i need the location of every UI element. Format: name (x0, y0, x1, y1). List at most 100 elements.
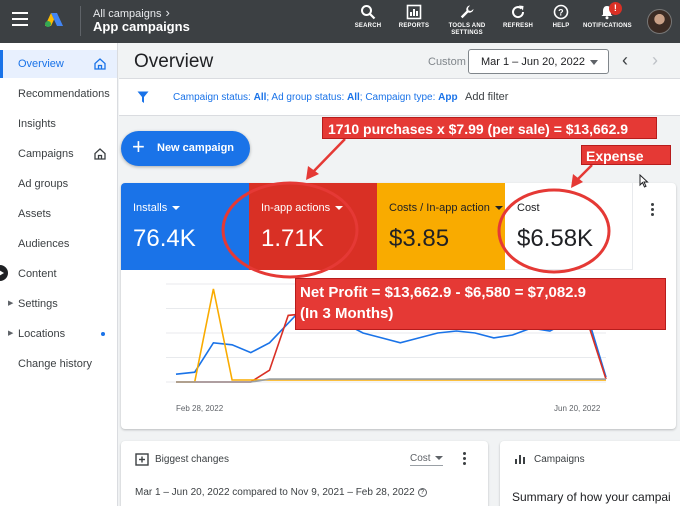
more-options-icon[interactable] (463, 452, 467, 467)
caret-down-icon (172, 206, 181, 211)
home-icon (94, 58, 106, 70)
scorecard-value: $6.58K (517, 225, 594, 252)
next-period-button[interactable]: › (645, 51, 665, 71)
x-axis-end-label: Jun 20, 2022 (554, 404, 601, 413)
ad-group-status-label: ; Ad group status: (266, 92, 345, 103)
tools-and-settings-label: TOOLS AND SETTINGS (448, 23, 486, 36)
campaign-type-label: ; Campaign type: (359, 92, 436, 103)
x-axis-start-label: Feb 28, 2022 (176, 404, 224, 413)
caret-right-icon: ▶ (8, 300, 14, 307)
reports-button[interactable]: REPORTS (398, 4, 430, 30)
reports-icon (406, 4, 422, 20)
sidebar-item-assets[interactable]: Assets (0, 200, 117, 228)
mouse-cursor-icon (639, 174, 649, 188)
search-icon (361, 5, 376, 20)
ad-group-status-value: All (347, 92, 360, 103)
scorecard-value: 76.4K (133, 225, 196, 252)
app-title: App campaigns (93, 19, 190, 34)
annotation-expense: Expense (581, 145, 671, 165)
scorecard-value: 1.71K (261, 225, 324, 252)
sidebar-item-change-history[interactable]: Change history (0, 350, 117, 378)
annotation-purchases: 1710 purchases x $7.99 (per sale) = $13,… (322, 117, 657, 139)
sidebar: Overview Recommendations Insights Campai… (0, 43, 118, 506)
reports-label: REPORTS (398, 23, 430, 29)
date-range-select[interactable]: Mar 1 – Jun 20, 2022 (468, 49, 609, 74)
caret-right-icon: ▶ (8, 330, 14, 337)
sidebar-item-insights[interactable]: Insights (0, 110, 117, 138)
biggest-changes-card: Biggest changes Cost Mar 1 – Jun 20, 202… (121, 441, 488, 506)
annotation-profit-line2: (In 3 Months) (300, 305, 394, 322)
sidebar-item-settings[interactable]: ▶ Settings (0, 290, 117, 318)
filter-bar: Campaign status: All; Ad group status: A… (119, 79, 680, 116)
annotation-profit-line1: Net Profit = $13,662.9 - $6,580 = $7,082… (300, 284, 587, 301)
campaign-status-label: Campaign status: (173, 92, 251, 103)
refresh-label: REFRESH (503, 23, 534, 29)
sidebar-item-label: Settings (18, 298, 58, 310)
svg-text:?: ? (558, 8, 564, 18)
scorecard-in-app-actions[interactable]: In-app actions 1.71K (249, 183, 377, 270)
metric-value: Cost (410, 453, 431, 464)
sidebar-item-label: Ad groups (18, 178, 69, 190)
add-filter-button[interactable]: Add filter (465, 91, 508, 103)
card-title: Campaigns (534, 454, 585, 465)
sidebar-item-label: Campaigns (18, 148, 74, 160)
refresh-icon (512, 5, 525, 19)
caret-down-icon (494, 206, 503, 211)
campaigns-summary: Summary of how your campai (512, 490, 671, 504)
tools-and-settings-button[interactable]: TOOLS AND SETTINGS (446, 4, 488, 37)
plus-icon: + (132, 134, 145, 159)
sidebar-item-content[interactable]: Content (0, 260, 117, 288)
search-label: SEARCH (354, 23, 382, 29)
wrench-icon (460, 5, 474, 19)
caret-down-icon (434, 456, 443, 461)
scorecard-cost-per-action[interactable]: Costs / In-app action $3.85 (377, 183, 505, 270)
search-button[interactable]: SEARCH (354, 4, 382, 30)
metric-select[interactable]: Cost (410, 453, 443, 466)
sidebar-item-campaigns[interactable]: Campaigns (0, 140, 117, 168)
sidebar-item-audiences[interactable]: Audiences (0, 230, 117, 258)
refresh-button[interactable]: REFRESH (503, 4, 533, 30)
sidebar-item-ad-groups[interactable]: Ad groups (0, 170, 117, 198)
scorecard-installs[interactable]: Installs 76.4K (121, 183, 249, 270)
card-title: Biggest changes (155, 454, 229, 465)
caret-down-icon (590, 60, 598, 65)
google-ads-logo (45, 13, 63, 27)
help-icon: ? (553, 4, 569, 20)
sidebar-item-recommendations[interactable]: Recommendations (0, 80, 117, 108)
active-filters[interactable]: Campaign status: All; Ad group status: A… (173, 92, 458, 103)
scorecard-label-text: Costs / In-app action (389, 202, 490, 214)
sidebar-item-label: Recommendations (18, 88, 110, 100)
breadcrumb[interactable]: All campaigns › (93, 5, 170, 20)
sidebar-item-label: Assets (18, 208, 52, 220)
scorecard-cost[interactable]: Cost $6.58K (505, 183, 633, 270)
sidebar-item-label: Change history (18, 358, 92, 370)
help-button[interactable]: ? HELP (549, 4, 573, 30)
sidebar-item-overview[interactable]: Overview (0, 50, 117, 78)
notifications-button[interactable]: ! NOTIFICATIONS (583, 2, 632, 30)
scorecard-label-text: Installs (133, 202, 168, 214)
page-title: Overview (134, 51, 214, 72)
custom-label: Custom (428, 56, 466, 68)
sidebar-item-label: Insights (18, 118, 56, 130)
comparison-text: Mar 1 – Jun 20, 2022 compared to Nov 9, … (135, 487, 427, 498)
scorecard-label: Cost (517, 202, 540, 214)
campaign-status-value: All (253, 92, 267, 103)
help-icon[interactable]: ? (417, 488, 427, 497)
scorecard-label: Installs (133, 202, 181, 214)
more-options-icon[interactable] (651, 203, 655, 218)
new-campaign-button[interactable]: + New campaign (121, 131, 250, 166)
scorecard-label-text: In-app actions (261, 202, 331, 214)
annotation-arrow (312, 138, 346, 173)
sidebar-item-label: Audiences (18, 238, 70, 250)
previous-period-button[interactable]: ‹ (615, 51, 635, 71)
menu-icon[interactable] (12, 12, 28, 26)
help-label: HELP (552, 23, 570, 29)
sidebar-item-locations[interactable]: ▶ Locations (0, 320, 117, 348)
avatar[interactable] (647, 9, 672, 34)
annotation-arrow (576, 164, 593, 181)
biggest-changes-icon (135, 453, 149, 466)
date-range-value: Mar 1 – Jun 20, 2022 (481, 56, 585, 68)
notifications-label: NOTIFICATIONS (583, 23, 632, 29)
home-icon (94, 148, 106, 160)
filter-icon[interactable] (137, 91, 149, 104)
